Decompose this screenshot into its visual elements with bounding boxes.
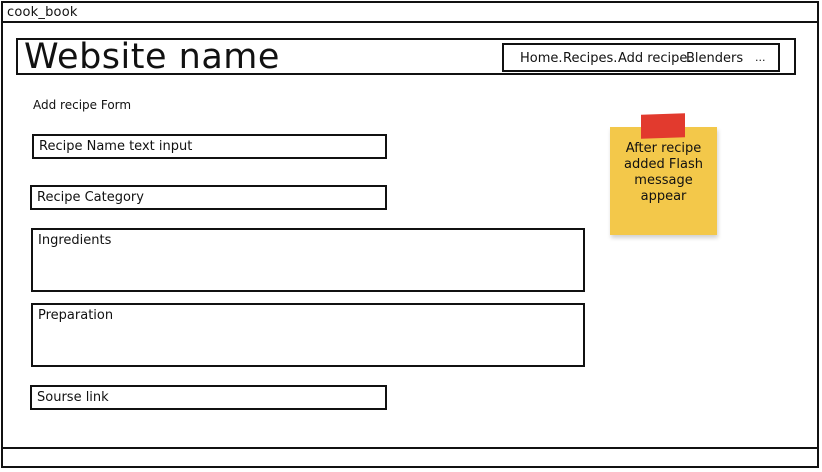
form-title: Add recipe Form bbox=[33, 98, 132, 112]
source-link-input[interactable]: Sourse link bbox=[30, 385, 387, 410]
preparation-label: Preparation bbox=[38, 308, 114, 323]
sticky-note-line-4: appear bbox=[640, 189, 687, 204]
nav-item-home[interactable]: Home. bbox=[520, 51, 563, 66]
footer-divider bbox=[2, 447, 818, 449]
site-name[interactable]: Website name bbox=[24, 36, 280, 78]
window-titlebar: cook_book bbox=[2, 2, 818, 23]
sticky-note-tape bbox=[641, 113, 685, 139]
sticky-note-line-3: message bbox=[634, 173, 693, 188]
recipe-name-input[interactable]: Recipe Name text input bbox=[32, 134, 387, 159]
nav-item-recipes[interactable]: Recipes. bbox=[563, 51, 617, 66]
recipe-category-label: Recipe Category bbox=[37, 190, 144, 205]
nav-item-blenders[interactable]: Blenders bbox=[686, 51, 743, 66]
sticky-note-text: After recipe added Flash message appear bbox=[610, 141, 717, 205]
nav-item-add-recipe[interactable]: Add recipe. bbox=[618, 51, 692, 66]
sticky-note-line-1: After recipe bbox=[625, 141, 702, 156]
ingredients-label: Ingredients bbox=[38, 233, 112, 248]
window-title: cook_book bbox=[7, 5, 78, 20]
recipe-category-input[interactable]: Recipe Category bbox=[30, 185, 387, 210]
source-link-label: Sourse link bbox=[37, 390, 109, 405]
sticky-note-line-2: added Flash bbox=[624, 157, 703, 172]
preparation-textarea[interactable]: Preparation bbox=[31, 303, 585, 367]
nav-item-more[interactable]: ... bbox=[755, 50, 766, 65]
ingredients-textarea[interactable]: Ingredients bbox=[31, 228, 585, 292]
recipe-name-label: Recipe Name text input bbox=[39, 139, 193, 154]
